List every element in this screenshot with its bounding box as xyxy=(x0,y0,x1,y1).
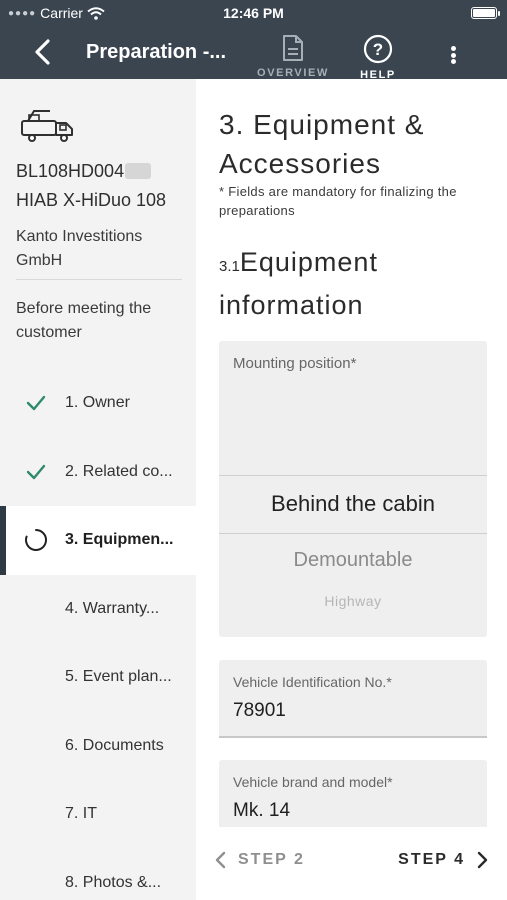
status-bar: ●●●● Carrier 12:46 PM xyxy=(0,0,507,26)
overview-button[interactable]: OVERVIEW xyxy=(252,34,334,79)
mandatory-note: * Fields are mandatory for finalizing th… xyxy=(219,184,457,218)
progress-spinner-icon xyxy=(25,529,47,551)
brand-model-field[interactable]: Vehicle brand and model* Mk. 14 xyxy=(219,760,487,827)
previous-step-button[interactable]: STEP 2 xyxy=(214,851,305,869)
top-bar: ●●●● Carrier 12:46 PM Preparation -... O… xyxy=(0,0,507,81)
step-item-photos[interactable]: 8. Photos &... xyxy=(0,849,196,900)
step-list: 1. Owner 2. Related co... 3. Equipmen...… xyxy=(0,369,196,900)
nav-title: Preparation -... xyxy=(86,41,227,63)
vehicle-serial: BL108HD004 xyxy=(16,161,152,182)
step-label: 2. Related co... xyxy=(65,462,173,480)
brand-model-value[interactable]: Mk. 14 xyxy=(233,800,290,822)
step-label: 6. Documents xyxy=(65,736,164,754)
svg-text:?: ? xyxy=(373,40,383,59)
picker-divider xyxy=(219,533,487,534)
truck-crane-icon xyxy=(21,110,73,142)
step-item-event-plan[interactable]: 5. Event plan... xyxy=(0,643,196,712)
more-options-icon[interactable] xyxy=(444,40,462,70)
checkmark-icon xyxy=(26,464,46,479)
picker-divider xyxy=(219,475,487,476)
step-item-documents[interactable]: 6. Documents xyxy=(0,712,196,781)
vin-label: Vehicle Identification No.* xyxy=(233,674,392,690)
picker-option[interactable]: Demountable xyxy=(219,549,487,572)
phase-heading: Before meeting the customer xyxy=(16,300,152,341)
subsection-title-text: Equipment information xyxy=(219,247,378,320)
document-icon xyxy=(283,35,303,61)
next-step-button[interactable]: STEP 4 xyxy=(398,851,489,869)
main-content: 3. Equipment & Accessories * Fields are … xyxy=(196,79,507,827)
chevron-right-icon xyxy=(477,851,488,869)
picker-option-selected[interactable]: Behind the cabin xyxy=(219,491,487,517)
step-item-equipment[interactable]: 3. Equipmen... xyxy=(0,506,196,575)
step-item-owner[interactable]: 1. Owner xyxy=(0,369,196,438)
checkmark-icon xyxy=(26,395,46,411)
next-step-label: STEP 4 xyxy=(398,851,465,868)
mounting-position-label: Mounting position* xyxy=(233,355,357,372)
section-title: 3. Equipment & Accessories xyxy=(219,109,425,179)
vehicle-model: HIAB X-HiDuo 108 xyxy=(16,190,167,210)
previous-step-label: STEP 2 xyxy=(238,851,305,868)
sidebar-divider xyxy=(16,279,182,280)
step-item-warranty[interactable]: 4. Warranty... xyxy=(0,575,196,644)
step-item-it[interactable]: 7. IT xyxy=(0,780,196,849)
redacted-mark xyxy=(125,163,152,179)
step-label: 4. Warranty... xyxy=(65,599,160,617)
status-time: 12:46 PM xyxy=(223,5,284,21)
picker-option[interactable]: Highway xyxy=(219,593,487,609)
subsection-number: 3.1 xyxy=(219,258,240,275)
navigation-bar: Preparation -... OVERVIEW ? HELP xyxy=(0,26,507,81)
help-button[interactable]: ? HELP xyxy=(356,34,400,81)
step-navigation: STEP 2 STEP 4 xyxy=(196,827,507,900)
step-item-related-contacts[interactable]: 2. Related co... xyxy=(0,438,196,507)
step-label: 3. Equipmen... xyxy=(65,531,174,549)
subsection-title: 3.1Equipment information xyxy=(219,243,499,325)
step-label: 8. Photos &... xyxy=(65,873,162,891)
brand-model-label: Vehicle brand and model* xyxy=(233,774,393,790)
step-label: 1. Owner xyxy=(65,394,130,412)
vin-field[interactable]: Vehicle Identification No.* 78901 xyxy=(219,660,487,738)
battery-icon xyxy=(471,7,500,19)
back-arrow-icon[interactable] xyxy=(30,38,56,66)
sidebar: BL108HD004 HIAB X-HiDuo 108 Kanto Invest… xyxy=(0,79,196,900)
step-label: 7. IT xyxy=(65,805,98,823)
chevron-left-icon xyxy=(215,851,226,869)
vin-value[interactable]: 78901 xyxy=(233,700,286,722)
mounting-position-picker[interactable]: Mounting position* Behind the cabin Demo… xyxy=(219,341,487,637)
help-circle-icon: ? xyxy=(363,34,393,64)
step-label: 5. Event plan... xyxy=(65,668,172,686)
company-name: Kanto Investitions GmbH xyxy=(16,228,143,269)
overview-label: OVERVIEW xyxy=(257,67,329,79)
